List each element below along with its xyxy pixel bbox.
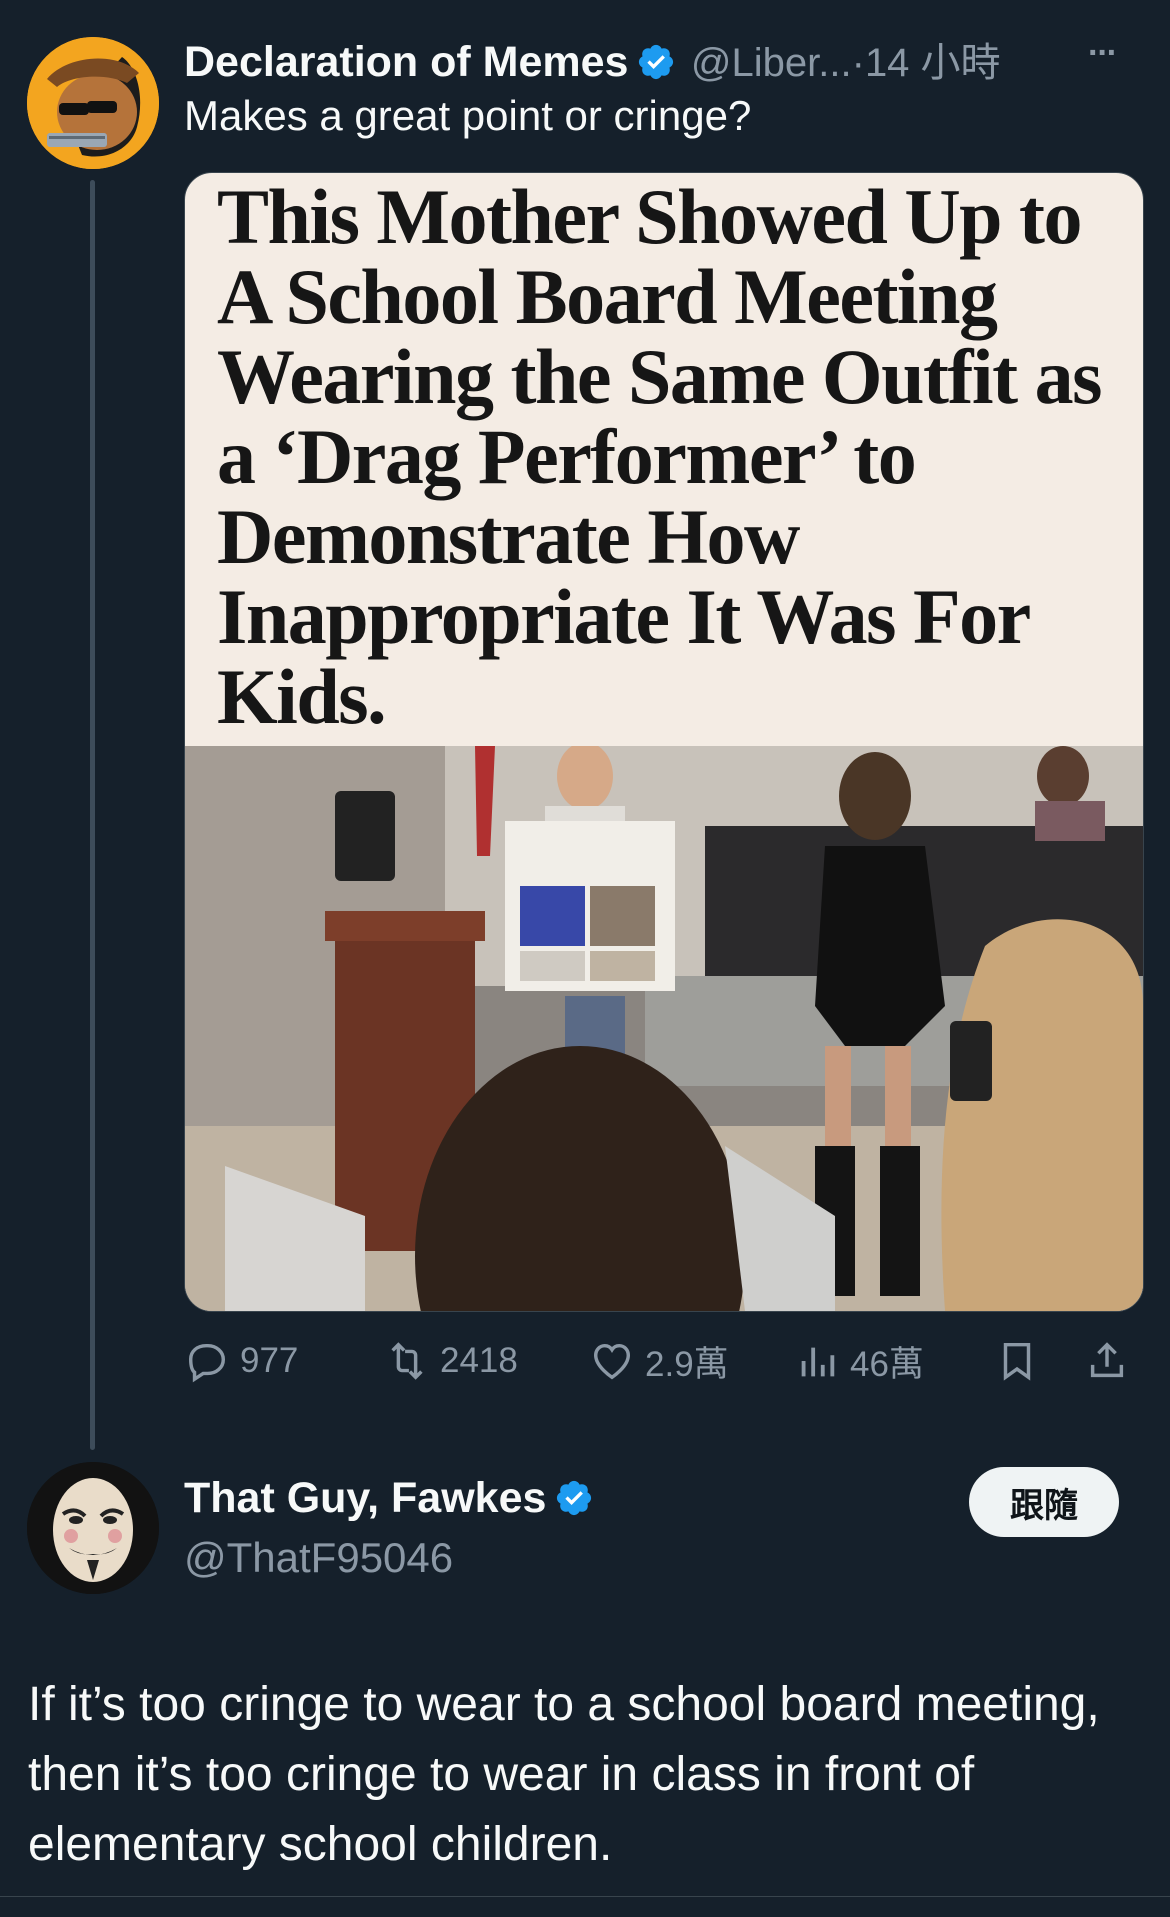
image-headline: This Mother Showed Up to A School Board …: [217, 173, 1102, 740]
bookmark-button[interactable]: [994, 1336, 1050, 1386]
reply-author-avatar[interactable]: [27, 1462, 159, 1594]
verified-badge-icon: [554, 1478, 594, 1518]
author-name[interactable]: Declaration of Memes: [184, 38, 628, 86]
post-time[interactable]: 14 小時: [865, 41, 1001, 85]
reply-icon: [188, 1343, 226, 1383]
post-media[interactable]: This Mother Showed Up to A School Board …: [184, 172, 1144, 1312]
more-options-icon[interactable]: ···: [1088, 34, 1118, 73]
repost-button[interactable]: 2418: [384, 1336, 518, 1386]
cartoon-horse-avatar-icon: [27, 37, 159, 169]
views-chart-icon: [801, 1347, 835, 1377]
reply-author-name[interactable]: That Guy, Fawkes: [184, 1474, 546, 1522]
verified-badge-icon: [636, 42, 676, 82]
separator-dot: ·: [851, 41, 865, 85]
repost-icon: [391, 1342, 423, 1380]
heart-icon: [593, 1343, 631, 1380]
divider: [0, 1896, 1170, 1897]
repost-count: 2418: [440, 1341, 518, 1380]
post-header: Declaration of Memes @Liber...·14 小時: [184, 30, 1001, 86]
post-text: Makes a great point or cringe?: [184, 92, 752, 139]
reply-text: If it’s too cringe to wear to a school b…: [28, 1678, 1100, 1871]
post-action-bar: 977 2418 2.9萬 46萬: [184, 1336, 1142, 1386]
guy-fawkes-mask-icon: [27, 1462, 159, 1594]
share-icon: [1090, 1342, 1124, 1378]
bookmark-icon: [1003, 1342, 1031, 1381]
author-avatar[interactable]: [27, 37, 159, 169]
meeting-photo: [185, 746, 1143, 1311]
reply-count: 977: [240, 1341, 299, 1380]
follow-button[interactable]: 跟隨: [969, 1467, 1119, 1537]
reply-author-handle[interactable]: @ThatF95046: [184, 1534, 453, 1582]
like-button[interactable]: 2.9萬: [589, 1336, 729, 1386]
author-handle[interactable]: @Liber...: [691, 41, 852, 85]
reply-header: That Guy, Fawkes: [184, 1474, 594, 1523]
views-button[interactable]: 46萬: [794, 1336, 924, 1386]
views-count: 46萬: [850, 1344, 924, 1384]
share-button[interactable]: [1084, 1336, 1140, 1386]
thread-connector-line: [90, 180, 95, 1450]
like-count: 2.9萬: [645, 1344, 729, 1384]
reply-button[interactable]: 977: [184, 1336, 298, 1386]
